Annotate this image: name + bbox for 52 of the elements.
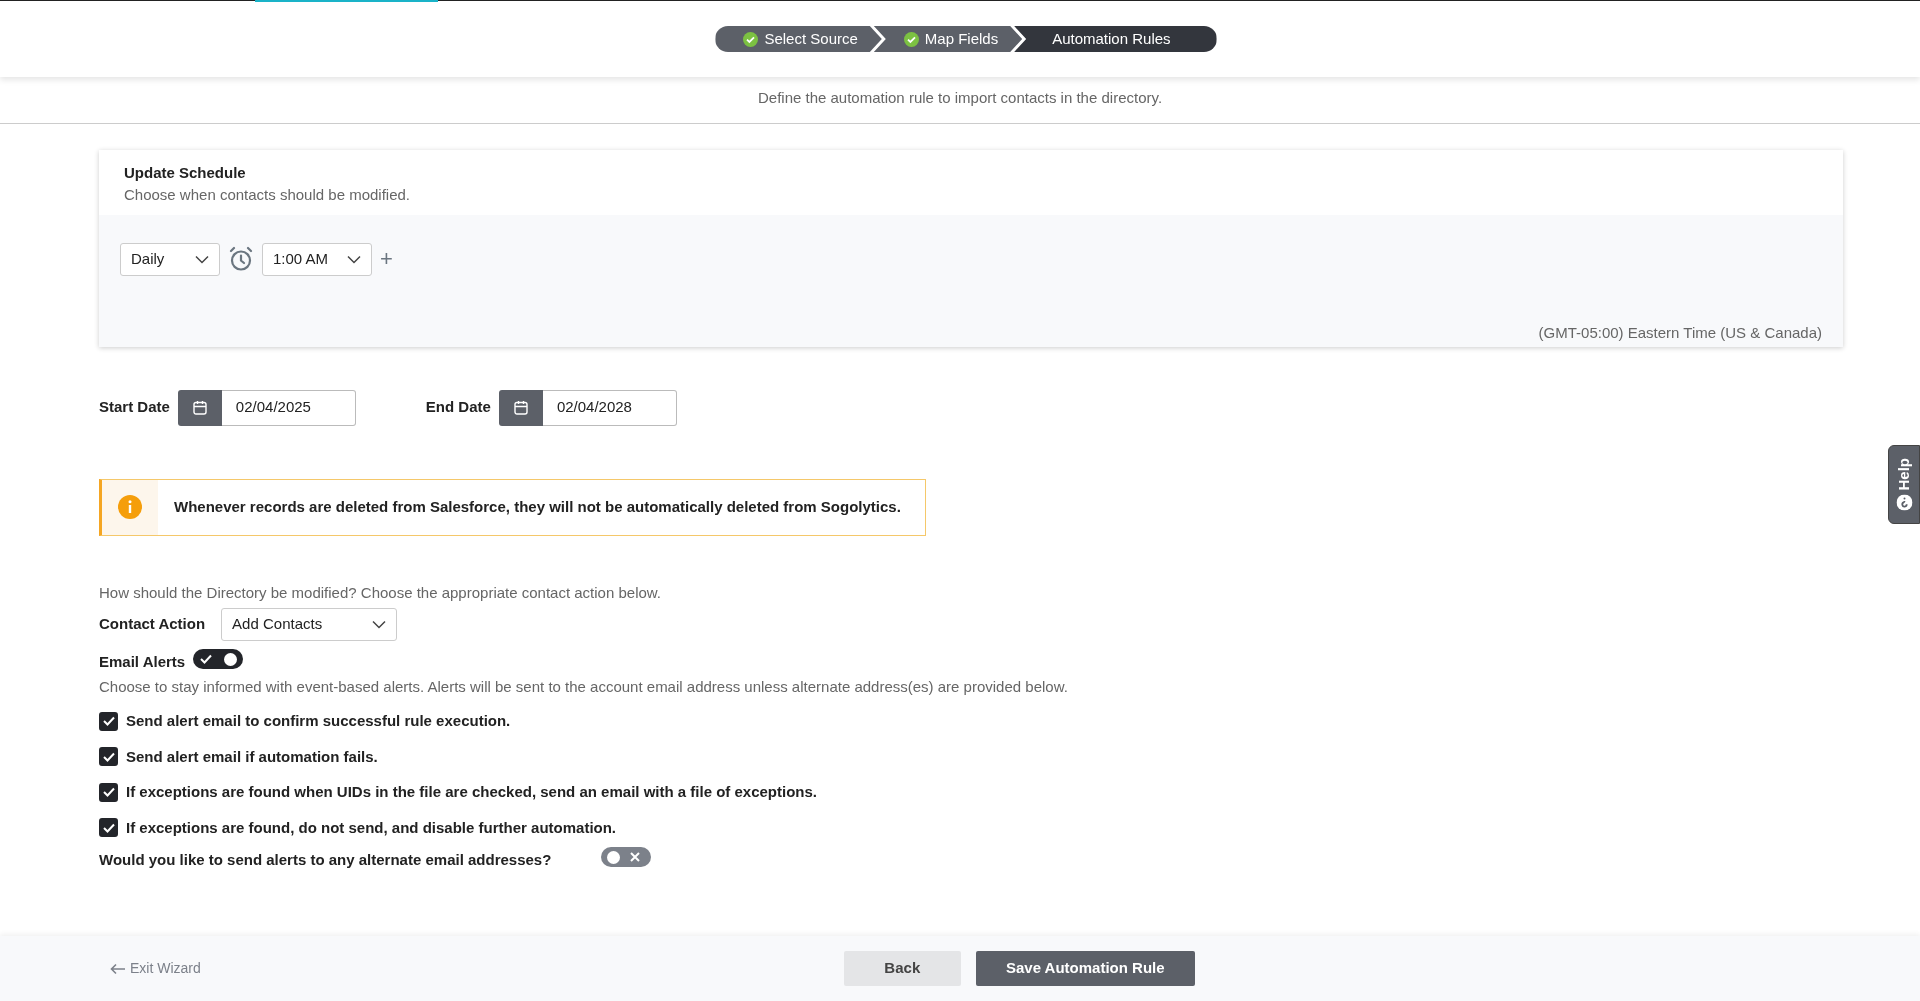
back-button[interactable]: Back [843,951,961,986]
option-label: Send alert email to confirm successful rule execution. [126,711,511,731]
question-text: How should the Directory be modified? Choose the appropriate contact action below. [99,582,662,603]
toggle-switch[interactable] [601,847,652,867]
checkbox[interactable] [99,747,118,767]
check-circle-icon [743,31,759,47]
toggle-switch[interactable] [193,649,244,669]
x-icon [630,852,641,862]
wizard-step[interactable]: Select Source [715,26,882,52]
check-icon [102,716,115,727]
check-icon [102,787,115,798]
card-title: Update Schedule [124,162,247,183]
option-label: If exceptions are found when UIDs in the file are checked, send an email with a file of exceptions. [126,782,817,802]
arrow-left-icon [110,962,126,975]
notice-text: Whenever records are deleted from Salesforce, they will not be automatically deleted from Sogolytics. [173,496,901,517]
check-circle-icon [903,31,919,47]
wizard-step[interactable]: Automation Rules [1014,26,1217,52]
check-icon [102,822,115,833]
subtitle: Define the automation rule to import contacts in the directory. [0,77,1920,124]
check-icon [102,751,115,762]
date-label: End Date [425,397,491,418]
option-label: If exceptions are found, do not send, and disable further automation. [126,817,617,838]
info-icon [118,495,142,519]
alternate-email-question: Would you like to send alerts to any alternate email addresses? [99,850,552,870]
calendar-button[interactable] [498,389,543,426]
add-button[interactable]: + [380,248,393,270]
calendar-button[interactable] [177,389,222,426]
calendar-icon [192,400,207,415]
time-select[interactable]: 1:00 AM [262,242,372,276]
check-icon [200,654,213,664]
email-alerts-label: Email Alerts [99,652,186,672]
checkbox[interactable] [99,818,118,838]
contact-action-label: Contact Action [99,614,206,635]
wizard-step[interactable]: Map Fields [873,26,1023,52]
chevron-down-icon [372,620,387,629]
option-label: Send alert email if automation fails. [126,746,378,767]
date-label: Start Date [99,397,170,418]
calendar-icon [513,400,528,415]
question-icon [1896,494,1912,511]
timezone-text: (GMT-05:00) Eastern Time (US & Canada) [1537,322,1822,343]
help-tab[interactable]: Help [1888,445,1920,524]
chevron-down-icon [195,254,209,264]
save-button[interactable]: Save Automation Rule [975,951,1195,986]
exit-wizard-link[interactable]: Exit Wizard [110,958,201,979]
contact-action-select[interactable]: Add Contacts [221,608,398,641]
checkbox[interactable] [99,711,118,731]
alarm-clock-icon [228,246,254,272]
chevron-down-icon [347,254,361,264]
email-alerts-description: Choose to stay informed with event-based alerts. Alerts will be sent to the account email address unless alternate address(es) are provided below. [99,676,1069,697]
checkbox[interactable] [99,782,118,802]
card-description: Choose when contacts should be modified. [124,185,411,205]
frequency-select[interactable]: Daily [120,242,220,276]
